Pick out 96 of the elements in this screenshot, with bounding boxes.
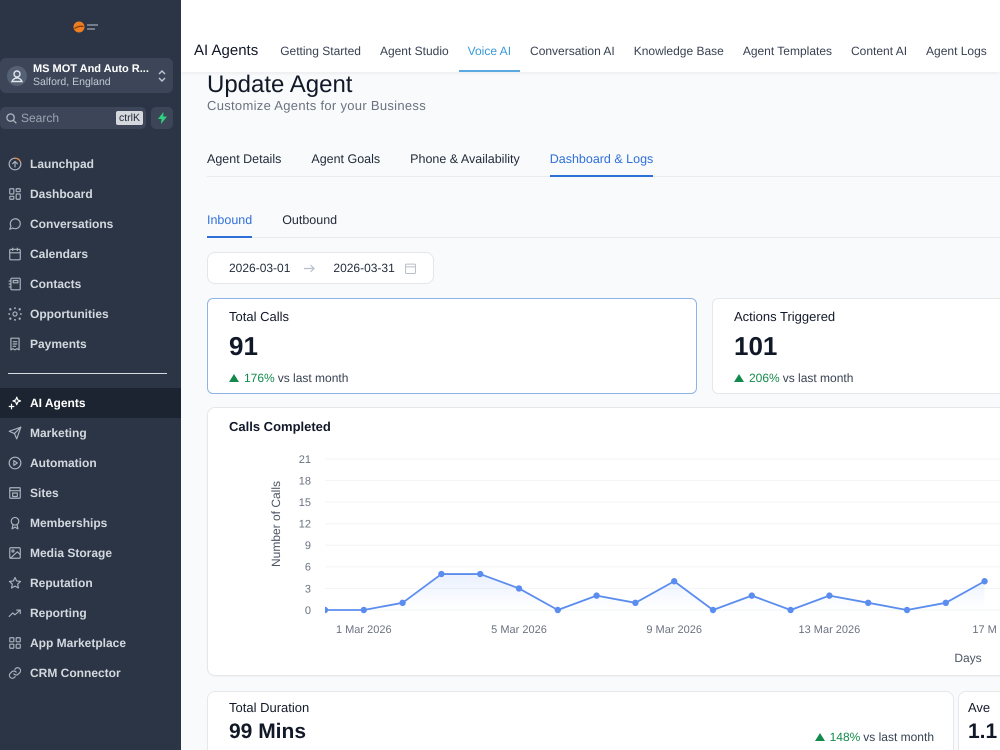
stat-title: Total Duration (229, 699, 310, 717)
sidebar-item[interactable]: Conversations (0, 209, 181, 239)
sidebar-item[interactable]: CRM Connector (0, 658, 181, 688)
logo-icon (72, 21, 98, 33)
sidebar-item[interactable]: Opportunities (0, 299, 181, 329)
y-tick-label: 15 (298, 497, 311, 509)
sidebar-item[interactable]: AI Agents (0, 388, 181, 418)
calendar-icon (8, 247, 22, 261)
nav-tab[interactable]: Conversation AI (521, 32, 624, 72)
dots-cluster-icon (8, 307, 22, 321)
image-icon (8, 546, 22, 560)
date-range-field[interactable]: 2026-03-01 2026-03-31 (207, 252, 434, 284)
browser-window-icon (8, 486, 22, 500)
account-switcher[interactable]: MS MOT And Auto R... Salford, England (0, 58, 173, 93)
y-tick-label: 21 (298, 454, 311, 466)
sidebar-item[interactable]: Marketing (0, 418, 181, 448)
lightning-button[interactable] (151, 107, 173, 129)
grid-icon (8, 636, 22, 650)
stat-value: 99 Mins (229, 719, 306, 745)
search-icon (6, 112, 17, 124)
stat-title: Ave (968, 699, 990, 717)
award-ribbon-icon (8, 516, 22, 530)
sidebar-item[interactable]: Contacts (0, 269, 181, 299)
account-location: Salford, England (33, 76, 112, 88)
chart-title: Calls Completed (229, 418, 331, 436)
sidebar-item[interactable]: Calendars (0, 239, 181, 269)
y-tick-label: 6 (304, 562, 311, 574)
nav-tab[interactable]: Getting Started (271, 32, 370, 72)
lightning-icon (158, 112, 166, 124)
stat-card[interactable]: Total Calls 91 176% vs last month (207, 298, 697, 394)
x-axis-title: Days (954, 651, 982, 666)
stat-card[interactable]: Actions Triggered 101 206% vs last month (712, 298, 1000, 394)
sidebar-item[interactable]: Memberships (0, 508, 181, 538)
nav-tab[interactable]: Agent Templates (734, 32, 841, 72)
stat-value: 91 (229, 330, 258, 362)
y-tick-label: 3 (304, 583, 311, 596)
sidebar-item[interactable]: Media Storage (0, 538, 181, 568)
x-tick-label: 9 Mar 2026 (646, 624, 702, 636)
account-name: MS MOT And Auto R... (33, 62, 150, 76)
arrow-up-circle-icon (8, 157, 22, 171)
sidebar-item[interactable]: Dashboard (0, 179, 181, 209)
y-tick-label: 0 (304, 604, 311, 617)
y-axis-title: Number of Calls (269, 480, 284, 568)
play-circle-icon (8, 456, 22, 470)
y-tick-label: 9 (304, 540, 311, 552)
change-label: vs last month (863, 729, 934, 745)
grid-icon (8, 187, 22, 201)
link-icon (8, 666, 22, 680)
start-date[interactable]: 2026-03-01 (229, 261, 290, 275)
stat-title: Actions Triggered (734, 308, 836, 326)
direction-tab[interactable]: Inbound (207, 203, 252, 238)
calendar-icon (404, 262, 416, 274)
sidebar-item[interactable]: Sites (0, 478, 181, 508)
change-label: vs last month (278, 370, 348, 386)
change-percent: 148% (830, 729, 860, 745)
avatar-icon (7, 66, 27, 86)
nav-tab[interactable]: Content AI (842, 32, 916, 72)
page-tab[interactable]: Agent Details (207, 140, 282, 177)
receipt-icon (8, 337, 22, 351)
x-tick-label: 13 Mar 2026 (798, 624, 860, 636)
sidebar-item[interactable]: Automation (0, 448, 181, 478)
sidebar-item[interactable]: Reporting (0, 598, 181, 628)
direction-tab[interactable]: Outbound (282, 203, 338, 238)
chevron-up-down-icon (158, 68, 166, 82)
page-tab[interactable]: Phone & Availability (410, 140, 520, 177)
stat-title: Total Calls (229, 308, 289, 326)
section-title: AI Agents (194, 41, 258, 61)
page-title: Update Agent (207, 72, 352, 98)
star-icon (8, 576, 22, 590)
stat-value: 1.1 (968, 719, 998, 745)
y-tick-label: 18 (298, 475, 311, 488)
nav-tab[interactable]: Agent Studio (370, 32, 458, 72)
shortcut-key: ctrlK (116, 111, 143, 125)
sidebar-item[interactable]: Launchpad (0, 149, 181, 179)
nav-tab[interactable]: Knowledge Base (624, 32, 733, 72)
nav-tab[interactable]: Agent Logs (917, 32, 996, 72)
stat-value: 101 (734, 330, 778, 362)
end-date[interactable]: 2026-03-31 (333, 261, 395, 275)
change-percent: 206% (749, 370, 780, 386)
y-tick-label: 12 (298, 518, 311, 531)
sidebar-item[interactable]: App Marketplace (0, 628, 181, 658)
page-tab[interactable]: Agent Goals (311, 140, 380, 177)
page-tab[interactable]: Dashboard & Logs (550, 140, 654, 177)
change-percent: 176% (244, 370, 275, 386)
sidebar-item[interactable]: Reputation (0, 568, 181, 598)
notebook-icon (8, 277, 22, 291)
change-label: vs last month (782, 370, 854, 386)
chat-bubble-icon (8, 217, 22, 231)
x-tick-label: 17 M (972, 624, 997, 636)
sparkle-icon (8, 396, 22, 410)
sidebar-item[interactable]: Payments (0, 329, 181, 359)
x-tick-label: 5 Mar 2026 (491, 624, 547, 636)
arrow-right-icon (304, 264, 316, 272)
paper-plane-icon (8, 426, 22, 440)
page-subtitle: Customize Agents for your Business (207, 98, 426, 114)
x-tick-label: 1 Mar 2026 (336, 624, 392, 636)
